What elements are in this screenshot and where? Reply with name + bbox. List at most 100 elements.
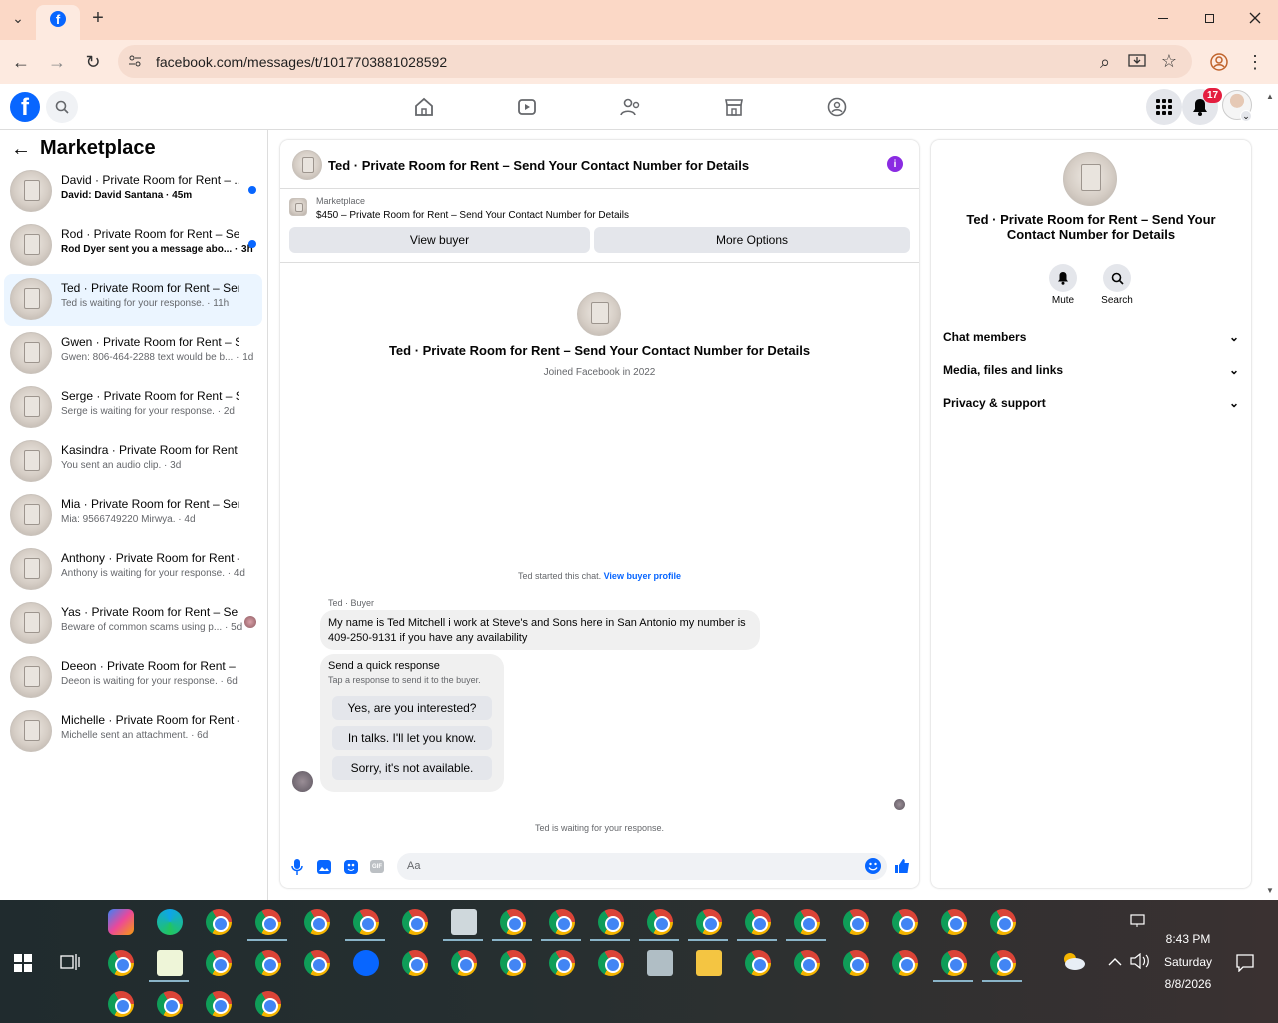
view-buyer-profile-link[interactable]: View buyer profile bbox=[604, 571, 681, 581]
browser-menu-icon[interactable]: ⋮ bbox=[1245, 52, 1265, 72]
browser-tab[interactable]: f bbox=[36, 5, 80, 40]
conversation-item[interactable]: Mia · Private Room for Rent – Sen... Mia:… bbox=[4, 490, 262, 542]
conversation-item[interactable]: Deeon · Private Room for Rent – S... Deeo… bbox=[4, 652, 262, 704]
chrome-taskbar-icon[interactable] bbox=[402, 909, 428, 935]
conversation-item[interactable]: Rod · Private Room for Rent – Se... Rod D… bbox=[4, 220, 262, 272]
chrome-taskbar-icon[interactable] bbox=[549, 950, 575, 976]
clock-date[interactable]: 8/8/2026 bbox=[1156, 977, 1220, 991]
back-button[interactable]: ← bbox=[10, 52, 32, 72]
chat-members-section[interactable]: Chat members ⌄ bbox=[943, 330, 1239, 344]
chrome-taskbar-icon[interactable] bbox=[549, 909, 575, 935]
conversation-item[interactable]: Anthony · Private Room for Rent –... Anth… bbox=[4, 544, 262, 596]
like-thumb-icon[interactable] bbox=[893, 856, 911, 876]
chrome-taskbar-icon[interactable] bbox=[304, 909, 330, 935]
message-bubble[interactable]: My name is Ted Mitchell i work at Steve'… bbox=[320, 610, 760, 650]
info-avatar[interactable] bbox=[1063, 152, 1117, 206]
marketplace-icon[interactable] bbox=[722, 96, 746, 118]
profile-avatar[interactable] bbox=[577, 292, 621, 336]
chrome-taskbar-icon[interactable] bbox=[500, 950, 526, 976]
quick-response-button[interactable]: Sorry, it's not available. bbox=[332, 756, 492, 780]
chrome-taskbar-icon[interactable] bbox=[745, 909, 771, 935]
conversation-item[interactable]: Gwen · Private Room for Rent – Se... Gwen… bbox=[4, 328, 262, 380]
network-icon[interactable] bbox=[1130, 914, 1148, 928]
chrome-taskbar-icon[interactable] bbox=[843, 950, 869, 976]
clock-day[interactable]: Saturday bbox=[1156, 955, 1220, 969]
tab-search-dropdown-icon[interactable]: ⌄ bbox=[8, 8, 28, 28]
gif-icon[interactable]: GIF bbox=[370, 860, 384, 873]
info-icon[interactable]: i bbox=[887, 156, 903, 172]
app-taskbar-icon[interactable] bbox=[451, 909, 477, 935]
chrome-taskbar-icon[interactable] bbox=[941, 950, 967, 976]
restore-icon[interactable] bbox=[1199, 8, 1219, 28]
search-conversation-icon[interactable] bbox=[1103, 264, 1131, 292]
conversation-item[interactable]: David · Private Room for Rent – ... David… bbox=[4, 166, 262, 218]
chrome-taskbar-icon[interactable] bbox=[206, 991, 232, 1017]
chrome-taskbar-icon[interactable] bbox=[157, 991, 183, 1017]
close-icon[interactable] bbox=[1245, 8, 1265, 28]
conversation-item[interactable]: Ted · Private Room for Rent – Send... Ted… bbox=[4, 274, 262, 326]
friends-icon[interactable] bbox=[618, 96, 644, 118]
facebook-logo-icon[interactable]: f bbox=[10, 92, 40, 122]
media-files-links-section[interactable]: Media, files and links ⌄ bbox=[943, 363, 1239, 377]
emoji-icon[interactable] bbox=[865, 858, 881, 874]
listing-title[interactable]: $450 – Private Room for Rent – Send Your… bbox=[316, 210, 629, 221]
mute-bell-icon[interactable] bbox=[1049, 264, 1077, 292]
forward-button[interactable]: → bbox=[46, 52, 68, 72]
privacy-support-section[interactable]: Privacy & support ⌄ bbox=[943, 396, 1239, 410]
chrome-taskbar-icon[interactable] bbox=[500, 909, 526, 935]
search-icon[interactable] bbox=[46, 91, 78, 123]
conversation-item[interactable]: Kasindra · Private Room for Rent –... You… bbox=[4, 436, 262, 488]
profile-icon[interactable] bbox=[1209, 52, 1229, 72]
zoom-icon[interactable]: ⌕ bbox=[1095, 52, 1115, 72]
chrome-taskbar-icon[interactable] bbox=[255, 950, 281, 976]
scroll-down-arrow-icon[interactable]: ▼ bbox=[1266, 886, 1276, 895]
reload-button[interactable]: ↻ bbox=[82, 52, 104, 72]
conversation-item[interactable]: Serge · Private Room for Rent – Se... Ser… bbox=[4, 382, 262, 434]
install-app-icon[interactable] bbox=[1127, 52, 1147, 72]
copilot-taskbar-icon[interactable] bbox=[108, 909, 134, 935]
chrome-taskbar-icon[interactable] bbox=[892, 950, 918, 976]
quick-response-button[interactable]: In talks. I'll let you know. bbox=[332, 726, 492, 750]
minimize-icon[interactable] bbox=[1153, 8, 1173, 28]
photo-icon[interactable] bbox=[316, 858, 332, 876]
weather-icon[interactable] bbox=[1060, 950, 1086, 972]
sender-avatar[interactable] bbox=[292, 771, 313, 792]
sticker-icon[interactable] bbox=[343, 858, 359, 876]
windows-start-icon[interactable] bbox=[14, 954, 32, 972]
chrome-taskbar-icon[interactable] bbox=[108, 950, 134, 976]
video-icon[interactable] bbox=[515, 96, 539, 118]
chrome-taskbar-icon[interactable] bbox=[255, 909, 281, 935]
chrome-taskbar-icon[interactable] bbox=[696, 909, 722, 935]
chrome-taskbar-icon[interactable] bbox=[598, 909, 624, 935]
url-text[interactable]: facebook.com/messages/t/1017703881028592 bbox=[156, 54, 447, 70]
menu-grid-icon[interactable] bbox=[1146, 89, 1182, 125]
bookmark-star-icon[interactable]: ☆ bbox=[1159, 51, 1179, 71]
chrome-taskbar-icon[interactable] bbox=[353, 909, 379, 935]
chrome-taskbar-icon[interactable] bbox=[304, 950, 330, 976]
more-options-button[interactable]: More Options bbox=[594, 227, 910, 253]
chat-header-title[interactable]: Ted · Private Room for Rent – Send Your … bbox=[328, 158, 749, 173]
clock-time[interactable]: 8:43 PM bbox=[1160, 932, 1216, 946]
view-buyer-button[interactable]: View buyer bbox=[289, 227, 590, 253]
chrome-taskbar-icon[interactable] bbox=[402, 950, 428, 976]
notification-center-icon[interactable] bbox=[1236, 954, 1254, 973]
chat-header-avatar[interactable] bbox=[292, 150, 322, 180]
chrome-taskbar-icon[interactable] bbox=[206, 950, 232, 976]
conversation-item[interactable]: Michelle · Private Room for Rent – ... Mi… bbox=[4, 706, 262, 758]
conversation-item[interactable]: Yas · Private Room for Rent – Se... Bewar… bbox=[4, 598, 262, 650]
chrome-taskbar-icon[interactable] bbox=[843, 909, 869, 935]
chrome-taskbar-icon[interactable] bbox=[255, 991, 281, 1017]
edge-taskbar-icon[interactable] bbox=[157, 909, 183, 935]
chrome-taskbar-icon[interactable] bbox=[794, 950, 820, 976]
chrome-taskbar-icon[interactable] bbox=[206, 909, 232, 935]
facebook-taskbar-icon[interactable] bbox=[353, 950, 379, 976]
chrome-taskbar-icon[interactable] bbox=[647, 909, 673, 935]
monitor-taskbar-icon[interactable] bbox=[647, 950, 673, 976]
groups-icon[interactable] bbox=[825, 96, 849, 118]
chrome-taskbar-icon[interactable] bbox=[892, 909, 918, 935]
listing-thumbnail[interactable] bbox=[289, 198, 307, 216]
notepad-taskbar-icon[interactable] bbox=[157, 950, 183, 976]
folder-taskbar-icon[interactable] bbox=[696, 950, 722, 976]
volume-icon[interactable] bbox=[1130, 952, 1150, 970]
chrome-taskbar-icon[interactable] bbox=[794, 909, 820, 935]
